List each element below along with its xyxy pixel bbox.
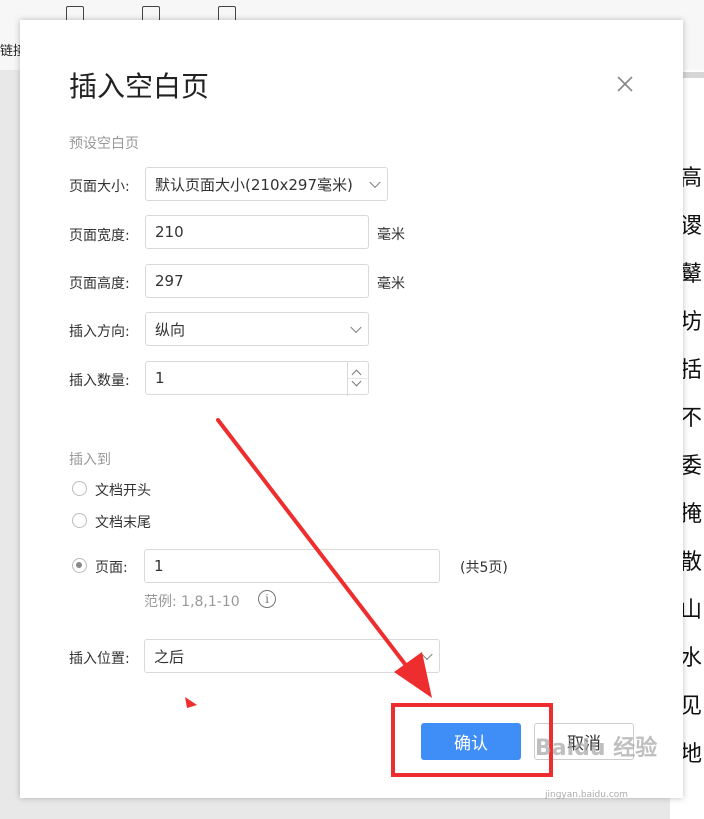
watermark-url: jingyan.baidu.com (545, 790, 629, 800)
annotation-arrow (185, 418, 432, 708)
annotation-mark (185, 697, 197, 708)
arrow-shaft (216, 418, 410, 670)
watermark: Baidu 经验 (535, 736, 658, 761)
